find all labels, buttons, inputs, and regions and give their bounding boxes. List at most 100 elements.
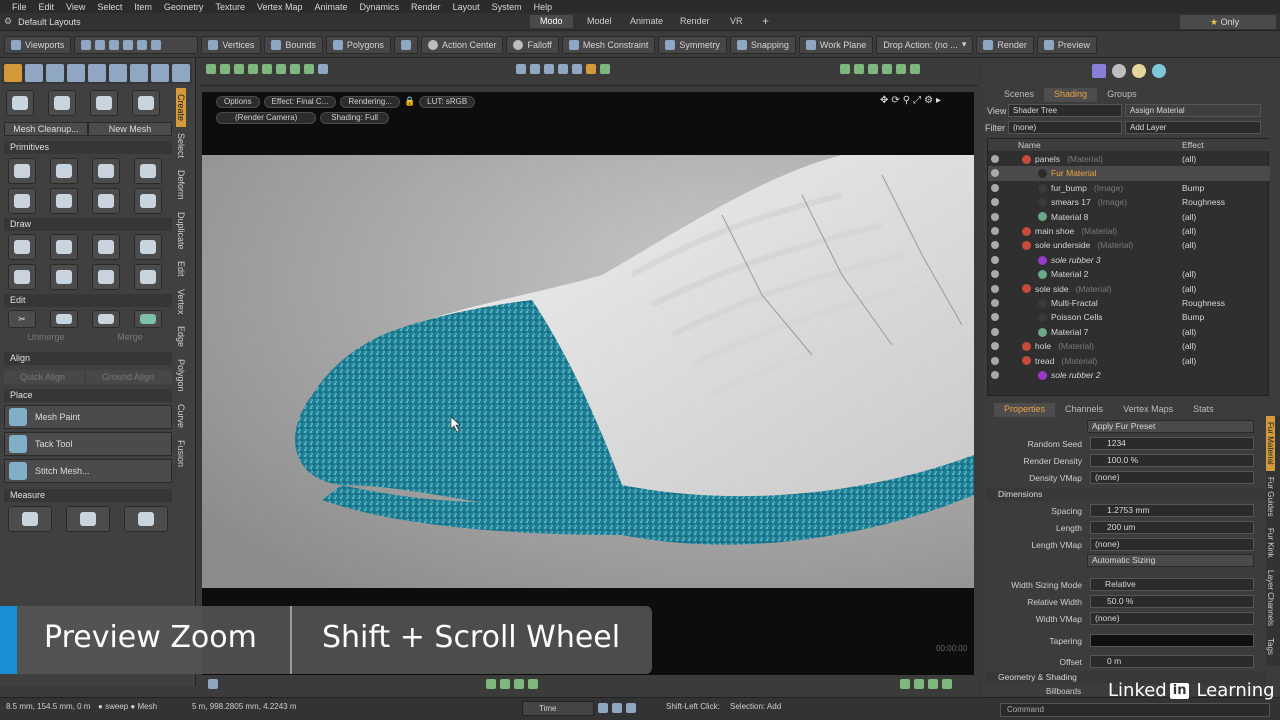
layers-icon[interactable] (854, 64, 864, 74)
visibility-eye-icon[interactable] (991, 183, 999, 192)
create-mesh-button[interactable] (6, 90, 34, 116)
cut-button[interactable]: ✂ (8, 310, 36, 328)
sphere-primitive-button[interactable] (50, 158, 78, 184)
transform-tool-icon[interactable] (88, 64, 106, 82)
measure-header[interactable]: Measure (4, 489, 172, 502)
visibility-eye-icon[interactable] (991, 313, 999, 322)
render-density-field[interactable]: 100.0 % (1090, 454, 1254, 467)
circle-curve-button[interactable] (50, 264, 78, 290)
visibility-eye-icon[interactable] (991, 227, 999, 235)
tl-graph-icon[interactable] (914, 679, 924, 689)
camera-icon[interactable] (882, 64, 892, 74)
tab-modo[interactable]: Modo (530, 15, 573, 28)
merge-button[interactable]: Merge (88, 332, 172, 345)
light-icon[interactable] (1132, 64, 1146, 78)
paste-button[interactable] (92, 310, 120, 328)
tapering-gradient[interactable] (1090, 634, 1254, 647)
shader-tree-row[interactable]: panels (Material) (all) (988, 152, 1270, 166)
tree-item-effect[interactable]: Bump (1182, 181, 1204, 195)
assign-material-button[interactable]: Assign Material (1125, 104, 1261, 117)
random-seed-field[interactable]: 1234 (1090, 437, 1254, 450)
length-field[interactable]: 200 um (1090, 521, 1254, 534)
zoom-tool-icon[interactable] (151, 64, 169, 82)
visibility-eye-icon[interactable] (991, 169, 999, 178)
shader-tree-row[interactable]: main shoe (Material) (all) (988, 224, 1270, 238)
view-center-icon[interactable] (276, 64, 286, 74)
col-effect-header[interactable]: Effect (1182, 139, 1204, 151)
visibility-eye-icon[interactable] (991, 255, 999, 264)
curve-tool-button[interactable] (8, 264, 36, 290)
tl-add-icon[interactable] (528, 679, 538, 689)
col-name-header[interactable]: Name (1018, 139, 1041, 151)
tl-frame-icon[interactable] (500, 679, 510, 689)
viewport-nav-icons[interactable]: ✥⟳⚲⤢⚙▸ (880, 95, 944, 106)
tab-properties[interactable]: Properties (994, 403, 1056, 417)
shader-tree-row[interactable]: sole rubber 2 (988, 368, 1270, 382)
menu-item-file[interactable]: File (6, 2, 33, 12)
camera-select[interactable]: (Render Camera) (216, 112, 317, 124)
shader-tree-row[interactable]: Multi-Fractal Roughness (988, 296, 1270, 310)
stitch-mesh-button[interactable]: Stitch Mesh... (4, 459, 172, 483)
work-plane-button[interactable]: Work Plane (798, 35, 874, 54)
shader-tree-row[interactable]: sole rubber 3 (988, 253, 1270, 267)
vtab-select[interactable]: Select (176, 127, 186, 164)
tab-vr[interactable]: VR (720, 15, 753, 28)
tab-shading[interactable]: Shading (1044, 88, 1098, 102)
command-input[interactable]: Command (1000, 703, 1270, 717)
visibility-eye-icon[interactable] (991, 270, 999, 279)
vtab-curve[interactable]: Curve (176, 398, 186, 434)
shader-tree-row[interactable]: sole side (Material) (all) (988, 282, 1270, 296)
align-header[interactable]: Align (4, 352, 172, 365)
menu-item-edit[interactable]: Edit (33, 2, 61, 12)
shader-tree-row[interactable]: Fur Material (988, 166, 1270, 181)
add-layer-select[interactable]: Add Layer (1125, 121, 1261, 134)
prop-vtab-fur-material[interactable]: Fur Material (1266, 416, 1275, 471)
visibility-eye-icon[interactable] (991, 356, 999, 365)
lock-icon[interactable]: 🔒 (404, 96, 415, 108)
environment-icon[interactable] (1152, 64, 1166, 78)
tl-add2-icon[interactable] (928, 679, 938, 689)
view-select[interactable]: Shader Tree (1008, 104, 1122, 117)
visibility-eye-icon[interactable] (991, 212, 999, 221)
shader-icon[interactable] (1092, 64, 1106, 78)
automatic-sizing-button[interactable]: Automatic Sizing (1087, 554, 1254, 567)
visibility-eye-icon[interactable] (991, 342, 999, 351)
new-mesh-button[interactable]: New Mesh (88, 122, 172, 136)
menu-item-render[interactable]: Render (405, 2, 447, 12)
prop-vtab-fur-guides[interactable]: Fur Guides (1266, 471, 1275, 523)
drop-action-select[interactable]: Drop Action: (no ... ▾ (876, 35, 974, 54)
tree-item-effect[interactable]: Bump (1182, 310, 1204, 324)
tree-item-effect[interactable]: (all) (1182, 325, 1196, 339)
image-view-icon[interactable] (558, 64, 568, 74)
arc-tool-button[interactable] (92, 264, 120, 290)
tab-animate[interactable]: Animate (620, 15, 673, 28)
menu-item-layout[interactable]: Layout (447, 2, 486, 12)
tree-item-effect[interactable]: (all) (1182, 224, 1196, 238)
delete-button[interactable] (134, 310, 162, 328)
protractor-button[interactable] (66, 506, 110, 532)
add-tab-button[interactable]: + (752, 15, 779, 28)
tree-item-effect[interactable]: Roughness (1182, 296, 1225, 310)
snap-tool-icon[interactable] (130, 64, 148, 82)
pin-view-icon[interactable] (572, 64, 582, 74)
view-zoom-icon[interactable] (318, 64, 328, 74)
edit-header[interactable]: Edit (4, 294, 172, 307)
spacing-field[interactable]: 1.2753 mm (1090, 504, 1254, 517)
shader-tree-row[interactable]: hole (Material) (all) (988, 339, 1270, 353)
vtab-fusion[interactable]: Fusion (176, 434, 186, 473)
disc-primitive-button[interactable] (92, 158, 120, 184)
gear-icon[interactable]: ⚙ (4, 16, 12, 27)
width-sizing-mode-select[interactable]: Relative (1090, 578, 1254, 591)
copy-button[interactable] (50, 310, 78, 328)
tab-vertex-maps[interactable]: Vertex Maps (1113, 403, 1183, 417)
select-tool-icon[interactable] (4, 64, 22, 82)
vtab-polygon[interactable]: Polygon (176, 353, 186, 398)
falloff-button[interactable]: Falloff (506, 35, 559, 54)
quick-align-button[interactable]: Quick Align (4, 370, 84, 384)
render-button[interactable]: Render (976, 35, 1034, 54)
shader-tree-row[interactable]: Material 2 (all) (988, 267, 1270, 281)
mesh-paint-button[interactable]: Mesh Paint (4, 405, 172, 429)
view-add-icon[interactable] (304, 64, 314, 74)
menu-item-item[interactable]: Item (128, 2, 158, 12)
view-rotate-icon[interactable] (220, 64, 230, 74)
